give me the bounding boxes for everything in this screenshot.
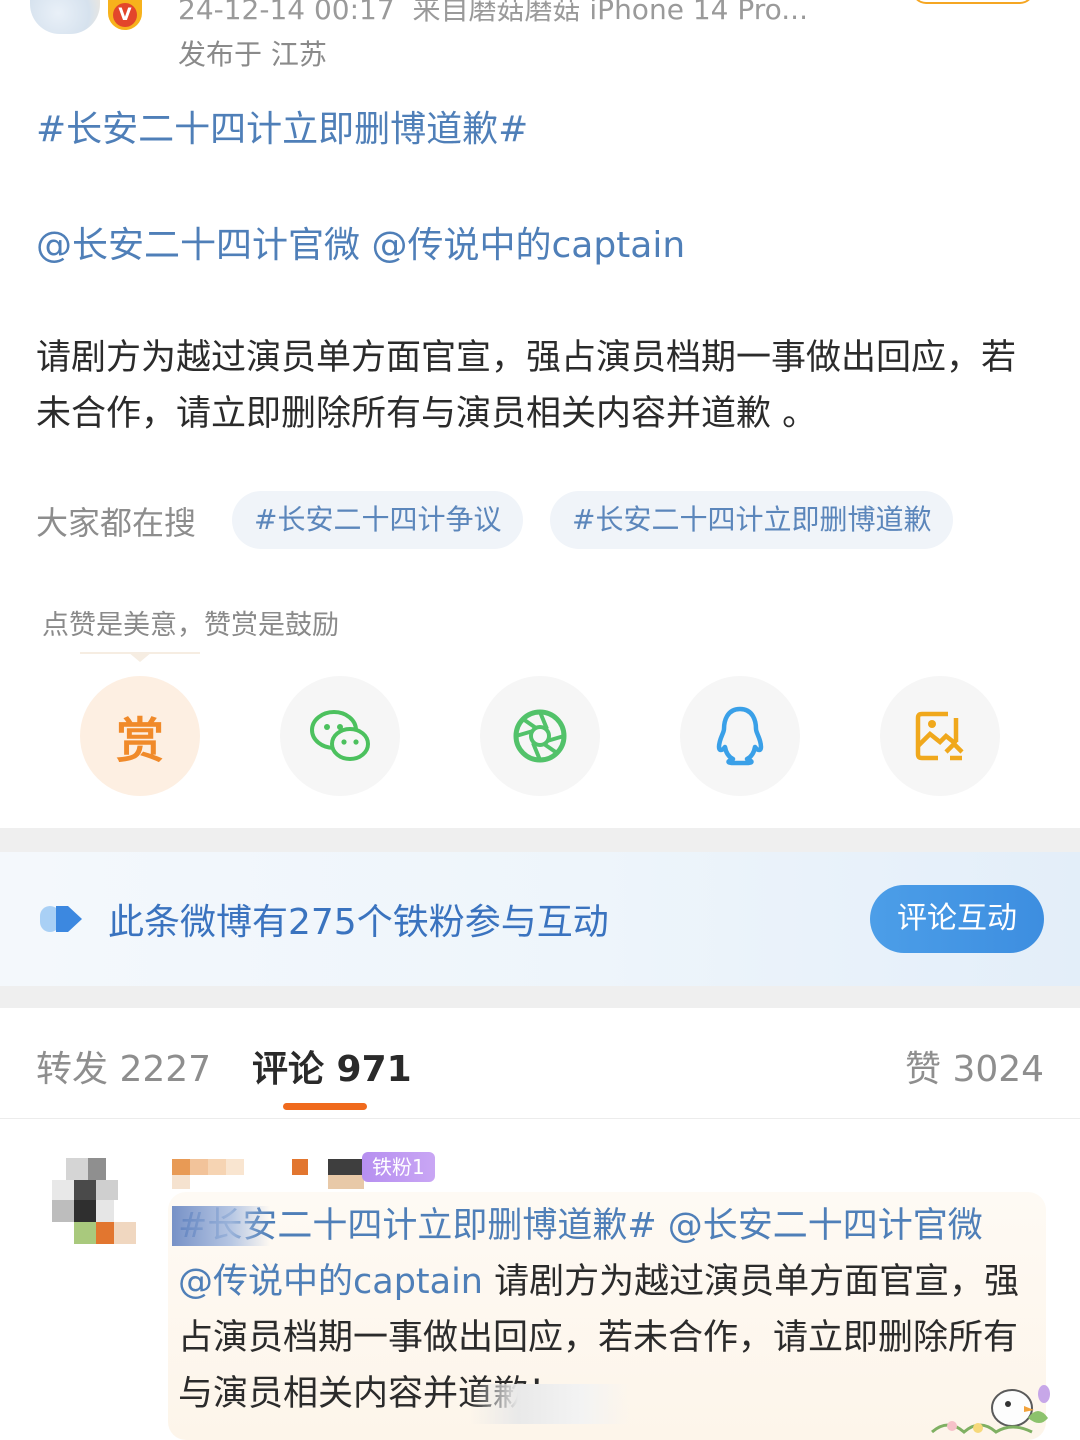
- section-divider: [0, 986, 1080, 1008]
- follow-button[interactable]: [912, 0, 1034, 4]
- save-image-button[interactable]: [880, 676, 1000, 796]
- bird-sticker-icon: [931, 1385, 1050, 1434]
- verified-badge-icon: V: [108, 0, 142, 30]
- post-body: 请剧方为越过演员单方面官宣，强占演员档期一事做出回应，若未合作，请立即删除所有与…: [36, 338, 1017, 434]
- comment-interact-button[interactable]: 评论互动: [870, 885, 1044, 953]
- hot-search-chip[interactable]: #长安二十四计争议: [232, 491, 524, 549]
- qq-icon: [716, 706, 764, 766]
- post-meta: 24-12-14 00:17 来自磨菇磨菇 iPhone 14 Pro...: [178, 0, 808, 28]
- fans-banner-text: 此条微博有275个铁粉参与互动: [108, 902, 609, 943]
- moments-icon: [513, 709, 567, 763]
- redaction-patch: [172, 1206, 270, 1246]
- post-topic-link[interactable]: #长安二十四计立即删博道歉#: [36, 100, 528, 152]
- tab-divider: [0, 1118, 1080, 1119]
- save-image-icon: [915, 711, 964, 761]
- redaction-patch: [470, 1384, 630, 1424]
- comment-mention-link[interactable]: @传说中的captain: [178, 1262, 483, 1302]
- fan-level-badge: 铁粉1: [362, 1152, 435, 1182]
- commenter-avatar[interactable]: [52, 1158, 138, 1244]
- post-source: 来自磨菇磨菇 iPhone 14 Pro...: [412, 0, 808, 26]
- mention-link[interactable]: @长安二十四计官微: [36, 225, 360, 266]
- tip-arrow-icon: [128, 652, 152, 662]
- post-location: 发布于 江苏: [178, 38, 327, 71]
- fans-icon: [40, 906, 82, 932]
- hot-search-chip[interactable]: #长安二十四计立即删博道歉: [550, 491, 954, 549]
- reward-button[interactable]: 赏: [80, 676, 200, 796]
- commenter-name-pixelated[interactable]: [172, 1157, 372, 1191]
- post-mentions: @长安二十四计官微 @传说中的captain: [36, 216, 685, 268]
- share-moments-button[interactable]: [480, 676, 600, 796]
- reward-icon: 赏: [115, 713, 164, 769]
- author-avatar[interactable]: [30, 0, 100, 34]
- active-tab-indicator: [283, 1103, 367, 1110]
- tab-repost[interactable]: 转发 2227: [36, 1040, 211, 1092]
- post-timestamp: 24-12-14 00:17: [178, 0, 395, 26]
- tab-like[interactable]: 赞 3024: [905, 1040, 1044, 1092]
- share-qq-button[interactable]: [680, 676, 800, 796]
- hot-search-label: 大家都在搜: [36, 504, 197, 542]
- share-wechat-button[interactable]: [280, 676, 400, 796]
- wechat-icon: [310, 710, 370, 761]
- section-divider: [0, 828, 1080, 852]
- tab-comment[interactable]: 评论 971: [252, 1040, 412, 1092]
- mention-link[interactable]: @传说中的captain: [371, 225, 685, 266]
- comment-mention-link[interactable]: @长安二十四计官微: [668, 1206, 983, 1246]
- reward-tip: 点赞是美意，赞赏是鼓励: [42, 610, 339, 641]
